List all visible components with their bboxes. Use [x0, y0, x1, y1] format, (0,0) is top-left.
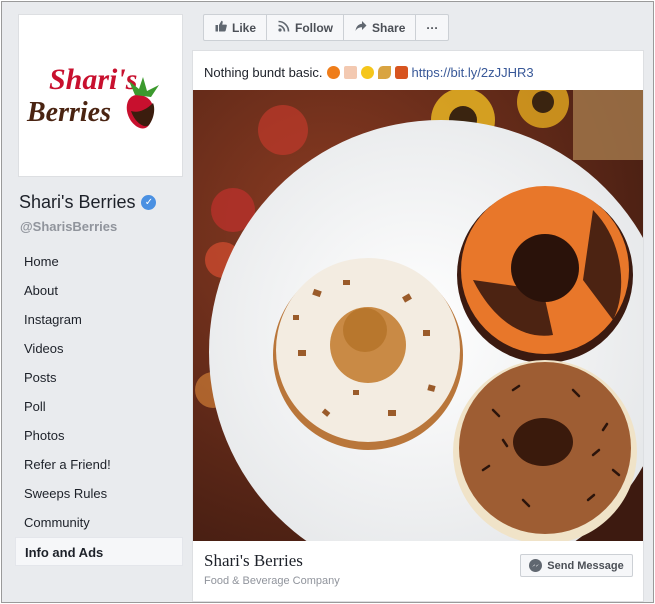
sharis-berries-logo-image: Shari's Berries — [26, 63, 159, 129]
footer-category: Food & Beverage Company — [204, 575, 340, 587]
post-photo[interactable] — [193, 90, 643, 541]
more-options-button[interactable]: ··· — [416, 15, 448, 40]
post-link[interactable]: https://bit.ly/2zJJHR3 — [412, 65, 534, 80]
sidebar-item-info-and-ads[interactable]: Info and Ads — [15, 537, 183, 566]
sidebar-item-posts[interactable]: Posts — [15, 363, 183, 392]
page-handle[interactable]: @SharisBerries — [20, 219, 117, 234]
sidebar-item-sweeps-rules[interactable]: Sweeps Rules — [15, 479, 183, 508]
sidebar-item-instagram[interactable]: Instagram — [15, 305, 183, 334]
maple-leaf-emoji-icon — [394, 66, 408, 79]
heart-eyes-emoji-icon — [360, 66, 374, 79]
sidebar-item-community[interactable]: Community — [15, 508, 183, 537]
follow-label: Follow — [295, 20, 334, 35]
svg-text:Shari's: Shari's — [49, 63, 137, 96]
sidebar-item-poll[interactable]: Poll — [15, 392, 183, 421]
post-card: Nothing bundt basic. https://bit.ly/2zJJ… — [192, 50, 644, 602]
rss-icon — [277, 20, 290, 35]
sidebar-item-videos[interactable]: Videos — [15, 334, 183, 363]
profile-logo[interactable]: Shari's Berries — [18, 14, 183, 177]
leaves-emoji-icon — [377, 66, 391, 79]
post-caption: Nothing bundt basic. https://bit.ly/2zJJ… — [204, 65, 534, 80]
share-button[interactable]: Share — [344, 15, 417, 40]
page-name-text[interactable]: Shari's Berries — [19, 192, 135, 213]
verified-badge-icon: ✓ — [141, 195, 157, 210]
sidebar-item-photos[interactable]: Photos — [15, 421, 183, 450]
page-frame: Shari's Berries Shari's Berries ✓ @Shari… — [1, 1, 654, 603]
like-label: Like — [232, 20, 257, 35]
thumbs-up-icon — [214, 20, 227, 35]
follow-button[interactable]: Follow — [267, 15, 345, 40]
sidebar-item-home[interactable]: Home — [15, 247, 183, 276]
cake-emoji-icon — [343, 66, 357, 79]
sidebar-nav: Home About Instagram Videos Posts Poll P… — [15, 247, 183, 566]
like-button[interactable]: Like — [204, 15, 268, 40]
messenger-icon — [529, 559, 543, 572]
bundt-cakes-image — [193, 90, 643, 541]
sidebar-item-refer-a-friend[interactable]: Refer a Friend! — [15, 450, 183, 479]
sidebar: Shari's Berries Shari's Berries ✓ @Shari… — [2, 2, 192, 602]
page-action-bar: Like Follow Share ··· — [203, 14, 450, 41]
svg-text:Berries: Berries — [26, 97, 111, 128]
send-message-button[interactable]: Send Message — [520, 554, 633, 577]
page-title[interactable]: Shari's Berries ✓ — [19, 192, 157, 213]
share-arrow-icon — [354, 20, 367, 35]
footer-page-name[interactable]: Shari's Berries — [204, 551, 303, 571]
jack-o-lantern-emoji-icon — [326, 66, 340, 79]
share-label: Share — [372, 20, 406, 35]
more-dots-icon: ··· — [426, 20, 439, 35]
caption-text: Nothing bundt basic. — [204, 65, 323, 80]
sidebar-item-about[interactable]: About — [15, 276, 183, 305]
send-message-label: Send Message — [547, 559, 624, 572]
